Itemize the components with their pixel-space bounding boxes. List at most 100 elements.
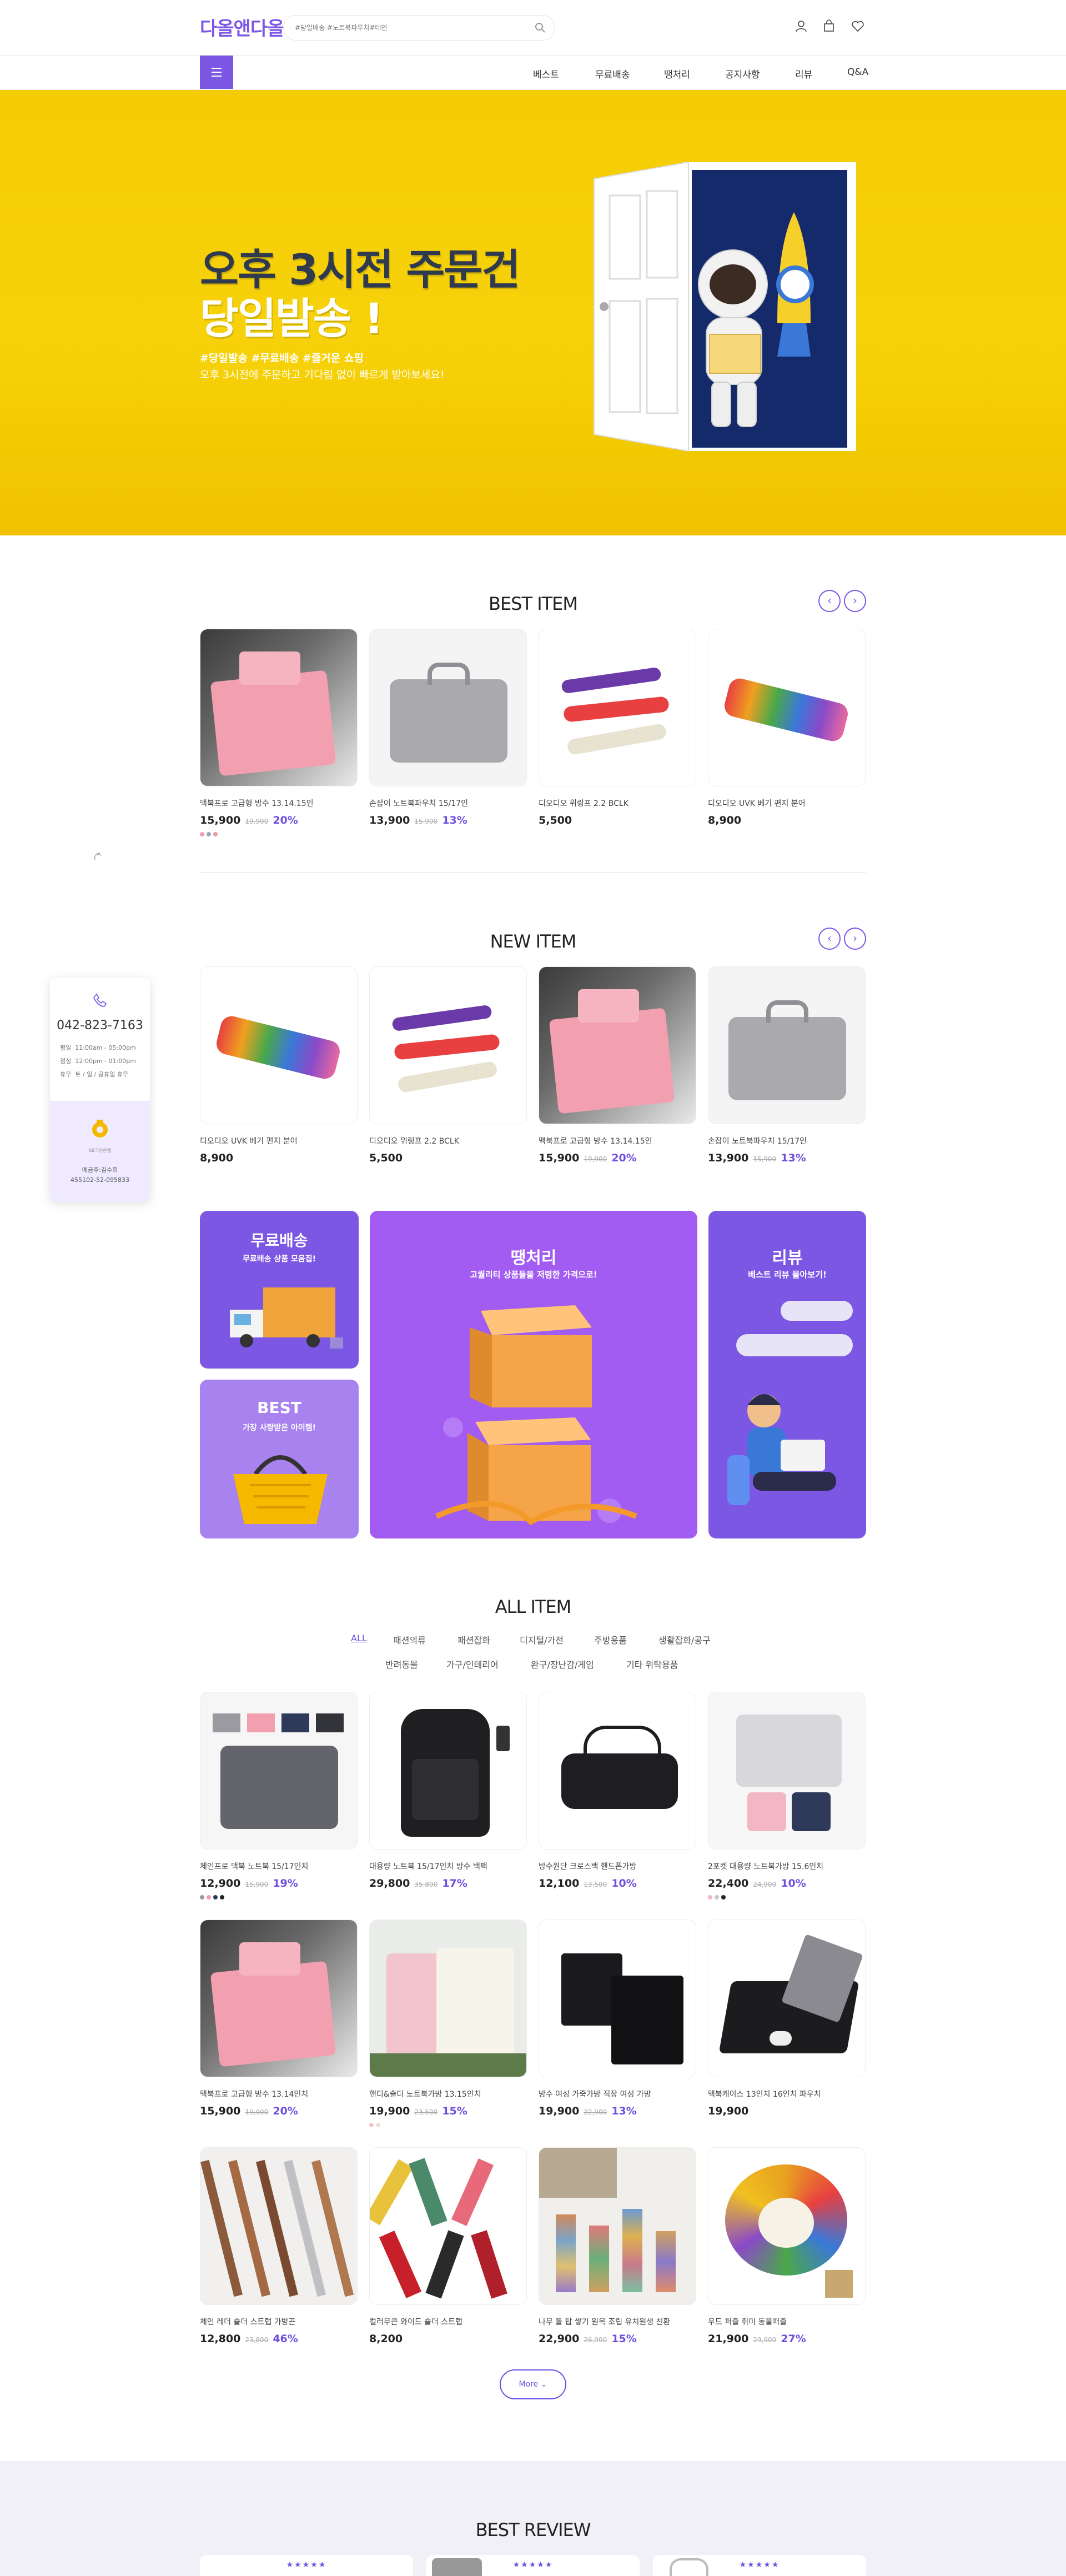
product-card[interactable]: 방수원단 크로스백 핸드폰가방 12,100 13,500 10% <box>539 1692 696 1890</box>
nav-review[interactable]: 리뷰 <box>795 67 812 81</box>
product-image[interactable] <box>369 629 527 786</box>
best-banner[interactable]: BEST 가장 사랑받은 아이템! <box>200 1380 359 1538</box>
product-image[interactable] <box>539 629 696 786</box>
product-name[interactable]: 맥북프로 고급형 방수 13.14.15인 <box>200 798 358 809</box>
product-image[interactable] <box>200 629 358 786</box>
product-image[interactable] <box>369 2147 527 2305</box>
tab-furniture[interactable]: 가구/인테리어 <box>446 1657 499 1671</box>
heart-icon[interactable] <box>851 19 865 33</box>
product-name[interactable]: 맥북프로 고급형 방수 13.14.15인 <box>539 1135 696 1146</box>
product-name[interactable]: 디오디오 UVK 베기 편지 분어 <box>200 1135 358 1146</box>
product-name[interactable]: 방수원단 크로스백 핸드폰가방 <box>539 1861 696 1872</box>
product-card[interactable]: 맥북프로 고급형 방수 13.14인치 15,900 19,900 20% <box>200 1920 358 2117</box>
new-prev-button[interactable]: ‹ <box>818 928 841 950</box>
product-image[interactable] <box>369 1692 527 1850</box>
search-input[interactable] <box>295 21 522 34</box>
product-image[interactable] <box>708 1920 866 2077</box>
nav-best[interactable]: 베스트 <box>533 67 559 81</box>
clearance-banner[interactable]: 땡처리 고퀄리티 상품들을 저렴한 가격으로! <box>370 1211 697 1538</box>
product-name[interactable]: 나무 돌 탑 쌓기 원목 조립 유치원생 친환 <box>539 2316 696 2327</box>
free-shipping-banner[interactable]: 무료배송 무료배송 상품 모음집! <box>200 1211 359 1369</box>
search-icon[interactable] <box>534 21 547 34</box>
hero-banner[interactable]: 오후 3시전 주문건 당일발송 ! #당일발송 #무료배송 #즐거운 쇼핑 오후… <box>0 90 1066 535</box>
tab-fashion-clothing[interactable]: 패션의류 <box>393 1633 426 1646</box>
product-image[interactable] <box>369 966 527 1124</box>
product-image[interactable] <box>708 629 866 786</box>
product-card[interactable]: 2포켓 대용량 노트북가방 15.6인치 22,400 24,900 10% <box>708 1692 866 1900</box>
product-image[interactable] <box>200 2147 358 2305</box>
more-button[interactable]: More ⌄ <box>500 2369 566 2399</box>
product-image[interactable] <box>539 1920 696 2077</box>
tab-pets[interactable]: 반려동물 <box>385 1657 418 1671</box>
tab-toys[interactable]: 완구/장난감/게임 <box>531 1657 594 1671</box>
product-name[interactable]: 컬러무큰 와이드 숄더 스트랩 <box>369 2316 527 2327</box>
product-image[interactable] <box>539 2147 696 2305</box>
best-next-button[interactable]: › <box>844 590 866 612</box>
product-name[interactable]: 우드 퍼즐 취미 동물퍼즐 <box>708 2316 866 2327</box>
product-name[interactable]: 핸디&숄더 노트북가방 13.15인치 <box>369 2088 527 2099</box>
product-image[interactable] <box>200 1920 358 2077</box>
product-card[interactable]: 방수 여성 가죽가방 직장 여성 가방 19,900 22,900 13% <box>539 1920 696 2117</box>
product-card[interactable]: 손잡이 노트북파우치 15/17인 13,900 15,900 13% <box>369 629 527 826</box>
product-name[interactable]: 대용량 노트북 15/17인치 방수 백팩 <box>369 1861 527 1872</box>
product-name[interactable]: 손잡이 노트북파우치 15/17인 <box>369 798 527 809</box>
review-card[interactable]: ★★★★★ <box>426 2555 640 2576</box>
nav-free-shipping[interactable]: 무료배송 <box>595 67 630 81</box>
new-next-button[interactable]: › <box>844 928 866 950</box>
product-image[interactable] <box>369 1920 527 2077</box>
scroll-top-icon[interactable] <box>92 851 104 863</box>
product-card[interactable]: 디오디오 UVK 베기 편지 분어 8,900 <box>200 966 358 1164</box>
cart-icon[interactable] <box>822 19 836 33</box>
site-logo[interactable]: 다올앤다올 <box>200 13 284 41</box>
best-prev-button[interactable]: ‹ <box>818 590 841 612</box>
product-name[interactable]: 손잡이 노트북파우치 15/17인 <box>708 1135 866 1146</box>
product-card[interactable]: 디오디오 UVK 베기 편지 분어 8,900 <box>708 629 866 826</box>
product-card[interactable]: 체인 레더 숄더 스트랩 가방끈 12,800 23,800 46% <box>200 2147 358 2345</box>
hamburger-menu-button[interactable] <box>200 56 233 89</box>
product-name[interactable]: 체인프로 맥북 노트북 15/17인치 <box>200 1861 358 1872</box>
product-name[interactable]: 맥북프로 고급형 방수 13.14인치 <box>200 2088 358 2099</box>
product-card[interactable]: 디오디오 위링프 2.2 BCLK 5,500 <box>369 966 527 1164</box>
product-image[interactable] <box>200 1692 358 1850</box>
tab-other[interactable]: 기타 위탁용품 <box>626 1657 678 1671</box>
review-card[interactable]: ★★★★★ <box>653 2555 866 2576</box>
product-card[interactable]: 체인프로 맥북 노트북 15/17인치 12,900 15,900 19% <box>200 1692 358 1900</box>
product-card[interactable]: 디오디오 위링프 2.2 BCLK 5,500 <box>539 629 696 826</box>
tab-living[interactable]: 생활잡화/공구 <box>658 1633 711 1646</box>
search-box[interactable] <box>283 15 555 41</box>
product-name[interactable]: 디오디오 UVK 베기 편지 분어 <box>708 798 866 809</box>
product-image[interactable] <box>708 1692 866 1850</box>
product-name[interactable]: 2포켓 대용량 노트북가방 15.6인치 <box>708 1861 866 1872</box>
review-card[interactable]: ★★★★★ <box>200 2555 413 2576</box>
user-icon[interactable] <box>794 19 808 33</box>
nav-notice[interactable]: 공지사항 <box>725 67 760 81</box>
product-card[interactable]: 대용량 노트북 15/17인치 방수 백팩 29,800 35,800 17% <box>369 1692 527 1890</box>
review-banner[interactable]: 리뷰 베스트 리뷰 몰아보기! <box>708 1211 866 1538</box>
product-card[interactable]: 맥북프로 고급형 방수 13.14.15인 15,900 19,900 20% <box>539 966 696 1164</box>
product-image[interactable] <box>539 966 696 1124</box>
product-card[interactable]: 맥북프로 고급형 방수 13.14.15인 15,900 19,900 20% <box>200 629 358 836</box>
product-card[interactable]: 손잡이 노트북파우치 15/17인 13,900 15,900 13% <box>708 966 866 1164</box>
product-card[interactable]: 컬러무큰 와이드 숄더 스트랩 8,200 <box>369 2147 527 2345</box>
product-image[interactable] <box>539 1692 696 1850</box>
product-name[interactable]: 맥북케이스 13인치 16인치 파우치 <box>708 2088 866 2099</box>
product-card[interactable]: 맥북케이스 13인치 16인치 파우치 19,900 <box>708 1920 866 2117</box>
nav-qna[interactable]: Q&A <box>847 67 868 78</box>
tab-fashion-goods[interactable]: 패션잡화 <box>457 1633 490 1646</box>
product-card[interactable]: 핸디&숄더 노트북가방 13.15인치 19,900 23,500 15% <box>369 1920 527 2127</box>
product-image[interactable] <box>708 966 866 1124</box>
cs-phone-number[interactable]: 042-823-7163 <box>50 1019 150 1033</box>
tab-all[interactable]: ALL <box>351 1633 367 1643</box>
tab-kitchen[interactable]: 주방용품 <box>594 1633 627 1646</box>
tab-digital[interactable]: 디지털/가전 <box>520 1633 564 1646</box>
product-image[interactable] <box>200 966 358 1124</box>
product-name[interactable]: 디오디오 위링프 2.2 BCLK <box>539 798 696 809</box>
product-name[interactable]: 디오디오 위링프 2.2 BCLK <box>369 1135 527 1146</box>
product-image[interactable] <box>708 2147 866 2305</box>
banner-subtitle: 베스트 리뷰 몰아보기! <box>748 1270 827 1280</box>
product-name[interactable]: 방수 여성 가죽가방 직장 여성 가방 <box>539 2088 696 2099</box>
product-name[interactable]: 체인 레더 숄더 스트랩 가방끈 <box>200 2316 358 2327</box>
nav-clearance[interactable]: 땡처리 <box>664 67 690 81</box>
product-card[interactable]: 나무 돌 탑 쌓기 원목 조립 유치원생 친환 22,900 26,900 15% <box>539 2147 696 2345</box>
product-card[interactable]: 우드 퍼즐 취미 동물퍼즐 21,900 29,900 27% <box>708 2147 866 2345</box>
